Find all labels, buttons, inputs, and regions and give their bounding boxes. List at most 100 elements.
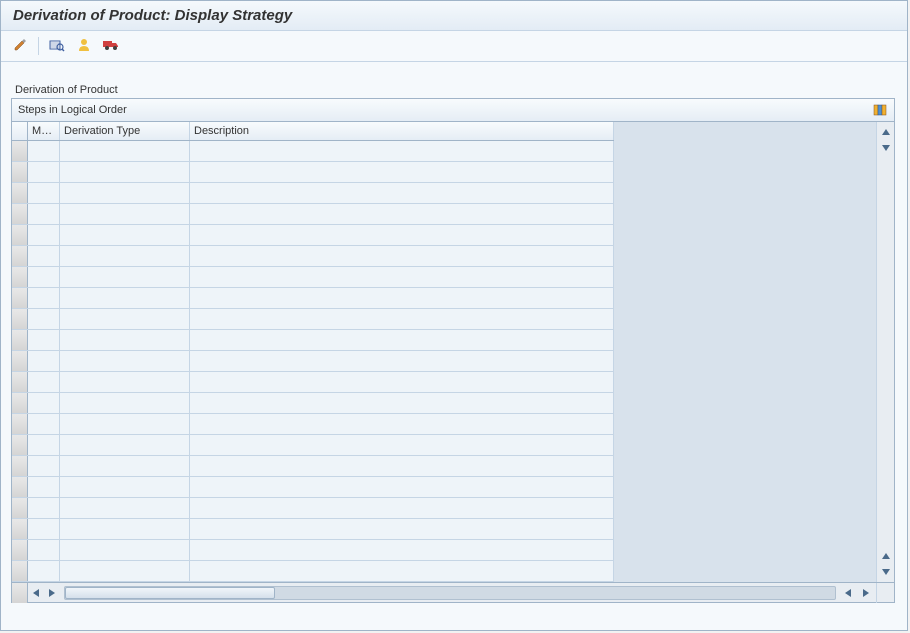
cell-description[interactable] <box>190 288 614 308</box>
cell-description[interactable] <box>190 204 614 224</box>
row-selector[interactable] <box>12 162 28 182</box>
cell-description[interactable] <box>190 351 614 371</box>
cell-derivation-type[interactable] <box>60 267 190 287</box>
cell-ma[interactable] <box>28 519 60 539</box>
row-selector[interactable] <box>12 561 28 581</box>
cell-derivation-type[interactable] <box>60 498 190 518</box>
cell-ma[interactable] <box>28 246 60 266</box>
row-selector[interactable] <box>12 372 28 392</box>
row-selector[interactable] <box>12 414 28 434</box>
cell-description[interactable] <box>190 477 614 497</box>
row-selector[interactable] <box>12 246 28 266</box>
column-header-ma[interactable]: Ma... <box>28 122 60 140</box>
row-selector[interactable] <box>12 393 28 413</box>
column-header-description[interactable]: Description <box>190 122 614 140</box>
cell-ma[interactable] <box>28 162 60 182</box>
cell-description[interactable] <box>190 141 614 161</box>
cell-derivation-type[interactable] <box>60 519 190 539</box>
cell-description[interactable] <box>190 246 614 266</box>
hscroll-thumb[interactable] <box>65 587 275 599</box>
user-button[interactable] <box>73 36 95 56</box>
cell-description[interactable] <box>190 225 614 245</box>
overview-button[interactable] <box>46 36 68 56</box>
cell-ma[interactable] <box>28 141 60 161</box>
row-selector[interactable] <box>12 183 28 203</box>
row-selector[interactable] <box>12 498 28 518</box>
scroll-left-button[interactable] <box>28 585 44 601</box>
cell-derivation-type[interactable] <box>60 246 190 266</box>
cell-derivation-type[interactable] <box>60 162 190 182</box>
cell-ma[interactable] <box>28 372 60 392</box>
row-selector[interactable] <box>12 288 28 308</box>
cell-derivation-type[interactable] <box>60 141 190 161</box>
cell-ma[interactable] <box>28 309 60 329</box>
cell-description[interactable] <box>190 435 614 455</box>
cell-derivation-type[interactable] <box>60 330 190 350</box>
cell-description[interactable] <box>190 162 614 182</box>
row-selector[interactable] <box>12 435 28 455</box>
row-selector[interactable] <box>12 540 28 560</box>
cell-ma[interactable] <box>28 330 60 350</box>
cell-derivation-type[interactable] <box>60 309 190 329</box>
cell-derivation-type[interactable] <box>60 204 190 224</box>
cell-ma[interactable] <box>28 561 60 581</box>
cell-description[interactable] <box>190 183 614 203</box>
select-all-header[interactable] <box>12 122 28 140</box>
cell-ma[interactable] <box>28 225 60 245</box>
cell-derivation-type[interactable] <box>60 456 190 476</box>
scroll-down-bottom-button[interactable] <box>878 564 894 580</box>
transport-button[interactable] <box>100 36 122 56</box>
cell-ma[interactable] <box>28 183 60 203</box>
row-selector[interactable] <box>12 330 28 350</box>
cell-derivation-type[interactable] <box>60 351 190 371</box>
cell-derivation-type[interactable] <box>60 372 190 392</box>
row-selector[interactable] <box>12 141 28 161</box>
cell-derivation-type[interactable] <box>60 540 190 560</box>
cell-ma[interactable] <box>28 540 60 560</box>
table-settings-button[interactable] <box>872 102 888 118</box>
cell-description[interactable] <box>190 372 614 392</box>
scroll-right-inner-button[interactable] <box>44 585 60 601</box>
cell-ma[interactable] <box>28 498 60 518</box>
cell-derivation-type[interactable] <box>60 225 190 245</box>
cell-description[interactable] <box>190 393 614 413</box>
cell-ma[interactable] <box>28 204 60 224</box>
cell-derivation-type[interactable] <box>60 561 190 581</box>
cell-description[interactable] <box>190 540 614 560</box>
cell-derivation-type[interactable] <box>60 183 190 203</box>
cell-description[interactable] <box>190 561 614 581</box>
scroll-right-end-button[interactable] <box>858 585 874 601</box>
cell-ma[interactable] <box>28 414 60 434</box>
row-selector[interactable] <box>12 456 28 476</box>
cell-ma[interactable] <box>28 267 60 287</box>
row-selector[interactable] <box>12 204 28 224</box>
cell-description[interactable] <box>190 309 614 329</box>
scroll-left-end-button[interactable] <box>840 585 856 601</box>
cell-derivation-type[interactable] <box>60 414 190 434</box>
row-selector[interactable] <box>12 519 28 539</box>
cell-description[interactable] <box>190 519 614 539</box>
row-selector[interactable] <box>12 351 28 371</box>
row-selector[interactable] <box>12 309 28 329</box>
cell-ma[interactable] <box>28 435 60 455</box>
cell-ma[interactable] <box>28 393 60 413</box>
row-selector[interactable] <box>12 225 28 245</box>
cell-ma[interactable] <box>28 456 60 476</box>
cell-description[interactable] <box>190 330 614 350</box>
edit-button[interactable] <box>9 36 31 56</box>
scroll-down-button[interactable] <box>878 140 894 156</box>
row-selector[interactable] <box>12 267 28 287</box>
cell-derivation-type[interactable] <box>60 288 190 308</box>
vertical-scrollbar[interactable] <box>876 122 894 582</box>
scroll-up-button[interactable] <box>878 124 894 140</box>
cell-ma[interactable] <box>28 288 60 308</box>
cell-derivation-type[interactable] <box>60 393 190 413</box>
column-header-derivation-type[interactable]: Derivation Type <box>60 122 190 140</box>
horizontal-scrollbar[interactable] <box>12 582 894 602</box>
cell-description[interactable] <box>190 498 614 518</box>
scroll-up-bottom-button[interactable] <box>878 548 894 564</box>
cell-ma[interactable] <box>28 351 60 371</box>
cell-derivation-type[interactable] <box>60 435 190 455</box>
cell-description[interactable] <box>190 267 614 287</box>
cell-description[interactable] <box>190 414 614 434</box>
